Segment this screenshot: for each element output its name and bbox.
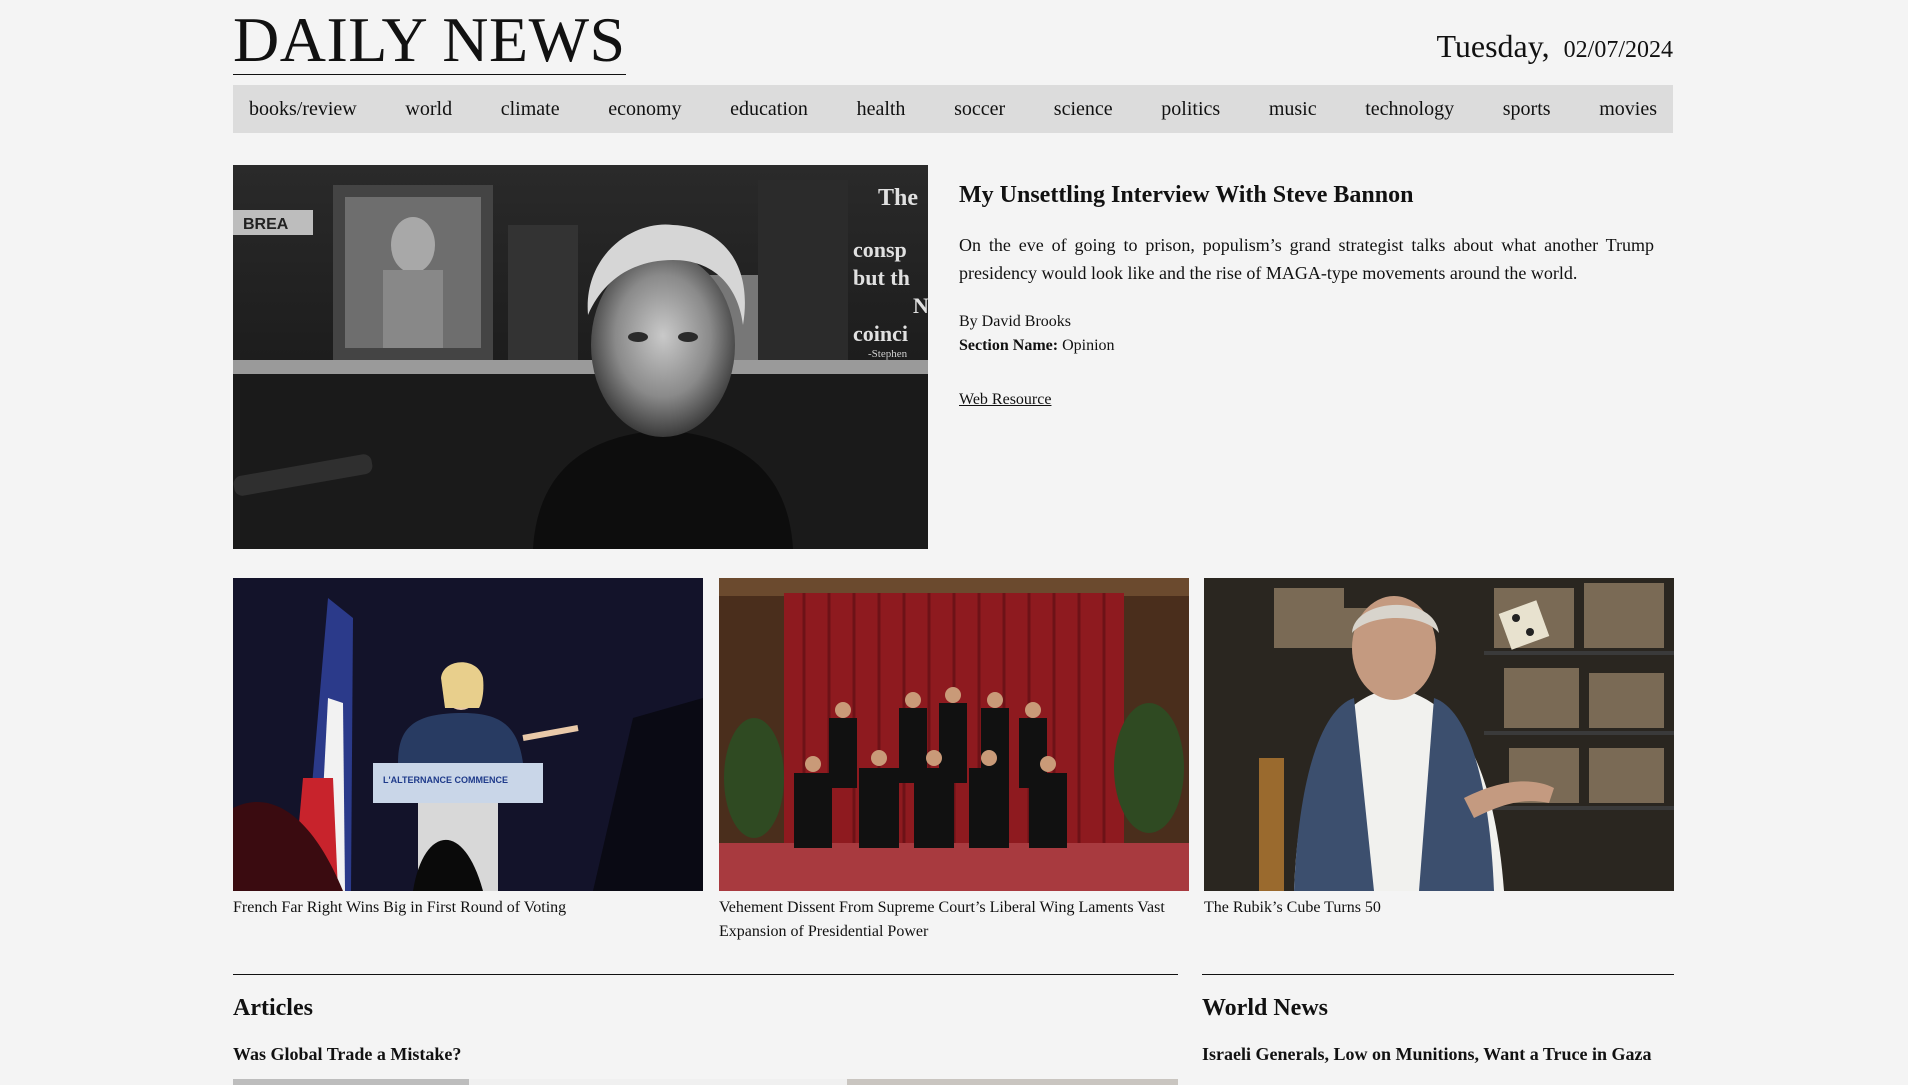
poster-line-4: N xyxy=(913,293,928,318)
rally-photo-illustration: L'ALTERNANCE COMMENCE xyxy=(233,578,703,891)
nav-item-sports[interactable]: sports xyxy=(1503,98,1551,121)
feature-photo-illustration: BREA The consp but th N coinci -Stephen xyxy=(233,165,928,549)
date-value: 02/07/2024 xyxy=(1563,37,1673,63)
world-news-headline[interactable]: Israeli Generals, Low on Munitions, Want… xyxy=(1202,1044,1674,1065)
poster-line-2: consp xyxy=(853,237,907,262)
sign-text: BREA xyxy=(243,216,289,233)
feature-byline: By David Brooks xyxy=(959,313,1071,330)
poster-line-5: coinci xyxy=(853,321,908,346)
nav-item-climate[interactable]: climate xyxy=(501,98,560,121)
poster-line-1: The xyxy=(878,185,918,211)
nav-item-music[interactable]: music xyxy=(1269,98,1317,121)
podium-text: L'ALTERNANCE COMMENCE xyxy=(383,775,508,785)
story-card-3-image[interactable] xyxy=(1204,578,1674,891)
story-card-2-caption[interactable]: Vehement Dissent From Supreme Court’s Li… xyxy=(719,896,1189,944)
page: DAILY NEWS Tuesday, 02/07/2024 books/rev… xyxy=(0,0,1908,1085)
nav-item-science[interactable]: science xyxy=(1054,98,1113,121)
nav-item-health[interactable]: health xyxy=(857,98,906,121)
story-card-2-image[interactable] xyxy=(719,578,1189,891)
nav-item-world[interactable]: world xyxy=(405,98,452,121)
nav-item-movies[interactable]: movies xyxy=(1599,98,1657,121)
section-value: Opinion xyxy=(1062,337,1115,354)
nav-item-technology[interactable]: technology xyxy=(1365,98,1454,121)
web-resource-link[interactable]: Web Resource xyxy=(959,391,1051,408)
story-card-1[interactable]: L'ALTERNANCE COMMENCE French Far Right W… xyxy=(233,578,703,920)
feature-article: My Unsettling Interview With Steve Banno… xyxy=(959,182,1654,409)
world-news-section: World News Israeli Generals, Low on Muni… xyxy=(1202,974,1674,1065)
poster-line-3: but th xyxy=(853,265,910,290)
nav-item-books-review[interactable]: books/review xyxy=(249,98,357,121)
poster-line-6: -Stephen xyxy=(868,348,908,360)
section-label: Section Name: xyxy=(959,337,1059,354)
world-news-title: World News xyxy=(1202,995,1328,1021)
story-card-3[interactable]: The Rubik’s Cube Turns 50 xyxy=(1204,578,1674,920)
feature-summary: On the eve of going to prison, populism’… xyxy=(959,235,1654,283)
nav-item-economy[interactable]: economy xyxy=(608,98,681,121)
category-nav: books/review world climate economy educa… xyxy=(233,85,1673,133)
nav-item-education[interactable]: education xyxy=(730,98,808,121)
court-photo-illustration xyxy=(719,578,1189,891)
story-card-1-caption[interactable]: French Far Right Wins Big in First Round… xyxy=(233,896,703,920)
articles-title: Articles xyxy=(233,995,313,1021)
portrait-photo-illustration xyxy=(1204,578,1674,891)
story-card-1-image[interactable]: L'ALTERNANCE COMMENCE xyxy=(233,578,703,891)
feature-headline[interactable]: My Unsettling Interview With Steve Banno… xyxy=(959,182,1654,209)
feature-section: Section Name: Opinion xyxy=(959,337,1654,355)
articles-section: Articles Was Global Trade a Mistake? xyxy=(233,974,1178,1085)
nav-item-politics[interactable]: politics xyxy=(1161,98,1220,121)
nav-item-soccer[interactable]: soccer xyxy=(954,98,1005,121)
feature-image[interactable]: BREA The consp but th N coinci -Stephen xyxy=(233,165,928,549)
story-card-3-caption[interactable]: The Rubik’s Cube Turns 50 xyxy=(1204,896,1674,920)
site-title: DAILY NEWS xyxy=(233,4,626,75)
date-display: Tuesday, 02/07/2024 xyxy=(1436,28,1673,65)
story-card-2[interactable]: Vehement Dissent From Supreme Court’s Li… xyxy=(719,578,1189,944)
articles-headline[interactable]: Was Global Trade a Mistake? xyxy=(233,1044,1178,1065)
date-day: Tuesday, xyxy=(1436,28,1550,64)
